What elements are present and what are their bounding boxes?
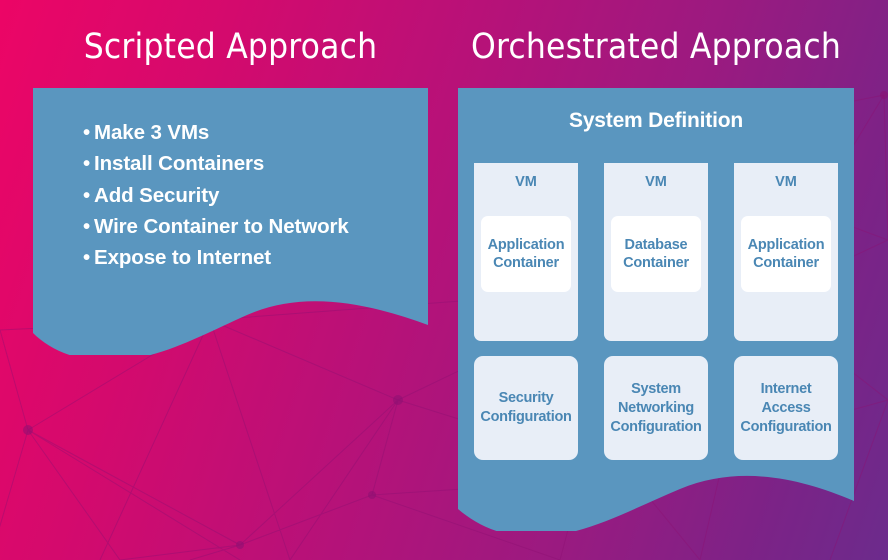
bullet-icon: • <box>83 246 91 270</box>
vm-card: VM Database Container <box>604 163 708 341</box>
list-item-label: Wire Container to Network <box>94 214 349 238</box>
list-item-label: Make 3 VMs <box>94 121 210 144</box>
bullet-icon: • <box>83 121 91 144</box>
container-card: Database Container <box>611 216 701 292</box>
left-column-title: Scripted Approach <box>83 27 378 67</box>
panel-wave-bottom-right <box>458 459 854 531</box>
vm-card: VM Application Container <box>474 163 578 341</box>
configuration-card-row: Security Configuration System Networking… <box>474 356 838 460</box>
vm-card-label: VM <box>645 174 667 190</box>
list-item-label: Expose to Internet <box>94 246 272 270</box>
vm-card-label: VM <box>515 174 537 190</box>
vm-card: VM Application Container <box>734 163 838 341</box>
vm-card-row: VM Application Container VM Database Con… <box>474 163 838 341</box>
list-item: • Make 3 VMs <box>83 117 349 148</box>
scripted-steps-list: • Make 3 VMs • Install Containers • Add Sec… <box>83 117 349 273</box>
configuration-card-label: Security Configuration <box>480 390 572 425</box>
container-card: Application Container <box>481 216 571 292</box>
list-item-label: Install Containers <box>94 152 265 176</box>
configuration-card-label: System Networking Configuration <box>610 380 702 435</box>
bullet-icon: • <box>83 152 91 176</box>
configuration-card: Internet Access Configuration <box>734 356 838 460</box>
scripted-approach-panel: • Make 3 VMs • Install Containers • Add Sec… <box>33 88 428 355</box>
configuration-card: System Networking Configuration <box>604 356 708 460</box>
vm-card-label: VM <box>775 174 797 190</box>
orchestrated-approach-panel: System Definition VM Application Contain… <box>458 88 854 531</box>
configuration-card-label: Internet Access Configuration <box>740 380 832 435</box>
bullet-icon: • <box>83 214 91 238</box>
list-item: • Wire Container to Network <box>83 211 349 242</box>
container-card-label: Application Container <box>747 237 825 271</box>
panel-wave-bottom-left <box>33 283 428 355</box>
right-column-title: Orchestrated Approach <box>470 27 841 67</box>
list-item-label: Add Security <box>94 183 220 207</box>
scripted-panel-body: • Make 3 VMs • Install Containers • Add Sec… <box>33 88 428 284</box>
container-card: Application Container <box>741 216 831 292</box>
container-card-label: Database Container <box>623 237 689 271</box>
list-item: • Install Containers <box>83 148 349 179</box>
system-definition-title: System Definition <box>569 109 743 132</box>
list-item: • Expose to Internet <box>83 242 349 273</box>
bullet-icon: • <box>83 183 91 207</box>
list-item: • Add Security <box>83 180 349 211</box>
container-card-label: Application Container <box>487 237 565 271</box>
slide-canvas: Scripted Approach • Make 3 VMs • Install C… <box>0 0 888 560</box>
configuration-card: Security Configuration <box>474 356 578 460</box>
orchestrated-panel-body: System Definition VM Application Contain… <box>458 88 854 460</box>
